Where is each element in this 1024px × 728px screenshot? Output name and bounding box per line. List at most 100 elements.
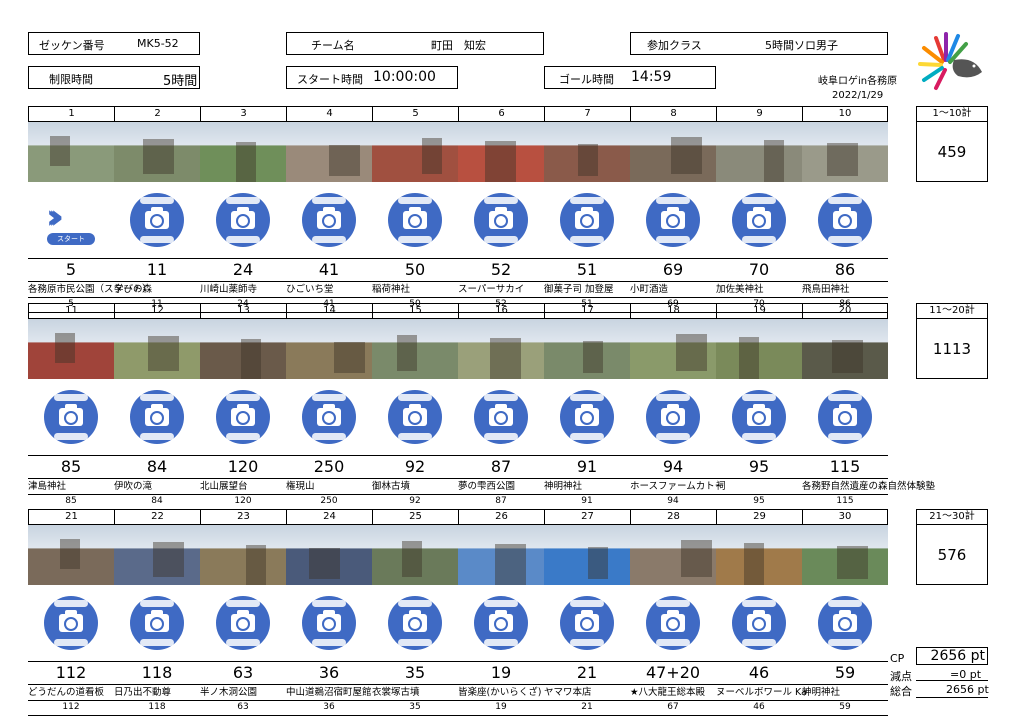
checkpoint-number: 18 bbox=[630, 303, 716, 319]
camera-lens bbox=[752, 617, 766, 631]
team-value: 町田 知宏 bbox=[431, 39, 486, 52]
checkpoint-name: 各務原市民公園（スタート） bbox=[28, 284, 152, 295]
checkpoint-number: 8 bbox=[630, 106, 716, 122]
checkpoint-name: 皆楽座(かいらくざ) bbox=[458, 687, 542, 698]
subtotal-label: 11～20計 bbox=[916, 303, 988, 319]
camera-bottom-label bbox=[398, 433, 432, 440]
checkpoint-name: 中山道鵜沼宿町屋館 bbox=[286, 687, 372, 698]
checkpoint-score: 112 bbox=[62, 702, 80, 712]
checkpoint-photo bbox=[286, 525, 372, 585]
checkpoint-points: 95 bbox=[748, 457, 770, 476]
camera-bottom-label bbox=[570, 433, 604, 440]
checkpoint-number: 7 bbox=[544, 106, 630, 122]
checkpoint-photo bbox=[802, 319, 888, 379]
penalty-label: 減点 bbox=[890, 670, 912, 683]
photo-row bbox=[28, 319, 888, 379]
camera-bottom-label bbox=[828, 433, 862, 440]
checkpoint-points: 70 bbox=[748, 260, 770, 279]
checkpoint-number: 5 bbox=[372, 106, 458, 122]
camera-top-label bbox=[140, 600, 174, 607]
checkpoint-number: 12 bbox=[114, 303, 200, 319]
camera-icon bbox=[818, 390, 872, 444]
camera-icon bbox=[732, 390, 786, 444]
camera-icon bbox=[302, 390, 356, 444]
checkpoint-icon-cell bbox=[802, 182, 888, 258]
checkpoint-number: 4 bbox=[286, 106, 372, 122]
checkpoint-number: 10 bbox=[802, 106, 888, 122]
checkpoint-name: ★八大龍王総本殿 bbox=[630, 687, 706, 698]
subtotal-value: 459 bbox=[916, 122, 988, 182]
checkpoint-name: 学びの森 bbox=[114, 284, 153, 295]
points-row: 112 118 63 36 35 19 21 47+20 46 59 bbox=[28, 661, 888, 684]
camera-lens bbox=[666, 617, 680, 631]
camera-top-label bbox=[398, 600, 432, 607]
checkpoint-name: 飛鳥田神社 bbox=[802, 284, 850, 295]
camera-bottom-label bbox=[312, 639, 346, 646]
photo-subject bbox=[397, 335, 417, 371]
checkpoint-icon-cell bbox=[286, 585, 372, 661]
camera-top-label bbox=[226, 197, 260, 204]
checkpoint-number: 16 bbox=[458, 303, 544, 319]
photo-subject bbox=[764, 140, 784, 182]
checkpoint-photo bbox=[716, 525, 802, 585]
camera-top-label bbox=[570, 197, 604, 204]
camera-lens bbox=[666, 411, 680, 425]
checkpoint-number: 24 bbox=[286, 509, 372, 525]
checkpoint-points: 35 bbox=[404, 663, 426, 682]
photo-subject bbox=[334, 342, 365, 373]
checkpoint-points: 85 bbox=[60, 457, 82, 476]
checkpoint-score: 95 bbox=[753, 496, 765, 506]
camera-lens bbox=[494, 617, 508, 631]
camera-top-label bbox=[828, 394, 862, 401]
camera-top-label bbox=[742, 600, 776, 607]
camera-top-label bbox=[312, 600, 346, 607]
camera-icon bbox=[302, 193, 356, 247]
camera-top-label bbox=[828, 600, 862, 607]
camera-bottom-label bbox=[828, 639, 862, 646]
team-label: チーム名 bbox=[311, 39, 355, 52]
camera-top-label bbox=[312, 394, 346, 401]
photo-subject bbox=[583, 341, 603, 373]
checkpoint-photo bbox=[372, 122, 458, 182]
chevrons-icon: ››› bbox=[46, 197, 64, 237]
checkpoint-score: 92 bbox=[409, 496, 421, 506]
checkpoint-score: 46 bbox=[753, 702, 765, 712]
points-row: 85 84 120 250 92 87 91 94 95 115 bbox=[28, 455, 888, 478]
camera-bottom-label bbox=[54, 639, 88, 646]
checkpoint-number: 17 bbox=[544, 303, 630, 319]
checkpoint-score: 87 bbox=[495, 496, 507, 506]
checkpoint-name: 小町酒造 bbox=[630, 284, 669, 295]
camera-icon bbox=[130, 596, 184, 650]
camera-bottom-label bbox=[828, 236, 862, 243]
checkpoint-points: 5 bbox=[65, 260, 77, 279]
camera-top-label bbox=[656, 600, 690, 607]
camera-top-label bbox=[398, 394, 432, 401]
checkpoint-icon-cell bbox=[28, 379, 114, 455]
checkpoint-name: 夢の雫西公園 bbox=[458, 481, 516, 492]
camera-top-label bbox=[312, 197, 346, 204]
checkpoint-photo bbox=[28, 525, 114, 585]
checkpoint-icon-cell bbox=[28, 585, 114, 661]
camera-lens bbox=[322, 214, 336, 228]
checkpoint-name: 権現山 bbox=[286, 481, 315, 492]
camera-bottom-label bbox=[656, 236, 690, 243]
camera-top-label bbox=[656, 394, 690, 401]
camera-bottom-label bbox=[484, 433, 518, 440]
photo-subject bbox=[490, 338, 521, 379]
camera-lens bbox=[322, 617, 336, 631]
subtotal-value: 576 bbox=[916, 525, 988, 585]
checkpoint-name: 北山展望台 bbox=[200, 481, 248, 492]
camera-lens bbox=[64, 411, 78, 425]
checkpoint-photo bbox=[200, 525, 286, 585]
photo-subject bbox=[246, 545, 266, 585]
checkpoint-name: 神明神社 bbox=[544, 481, 583, 492]
checkpoint-photo bbox=[28, 319, 114, 379]
checkpoint-number: 3 bbox=[200, 106, 286, 122]
checkpoint-photo bbox=[458, 122, 544, 182]
checkpoint-points: 47+20 bbox=[645, 663, 701, 682]
checkpoint-name: どうだんの道看板 bbox=[28, 687, 105, 698]
checkpoint-photo bbox=[372, 319, 458, 379]
photo-subject bbox=[143, 139, 174, 174]
camera-lens bbox=[408, 617, 422, 631]
start-arrow-icon: ››› スタート bbox=[44, 193, 98, 247]
